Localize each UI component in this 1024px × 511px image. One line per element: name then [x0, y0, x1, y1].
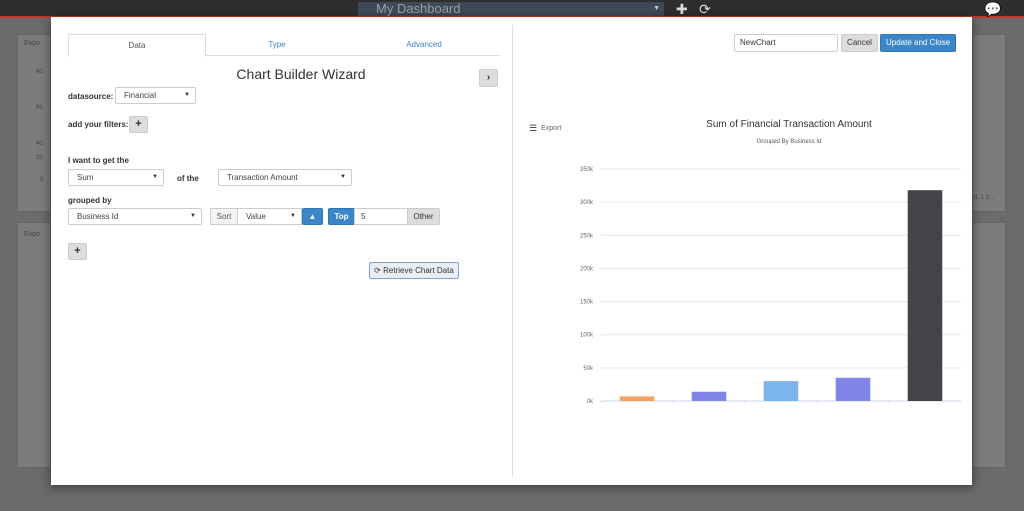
- y-tick-label: 150k: [580, 300, 594, 306]
- menu-icon: ☰: [529, 123, 538, 133]
- top-bar: My Dashboard ▼ ✚ ⟳ 💬: [0, 0, 1024, 18]
- background-panel-1: Expo 80 60 40 20 0: [17, 34, 51, 212]
- bar[interactable]: [691, 391, 727, 401]
- chevron-right-icon: ›: [486, 72, 491, 83]
- chart-title: Sum of Financial Transaction Amount: [706, 119, 872, 130]
- comment-icon[interactable]: 💬: [984, 1, 1001, 17]
- retrieve-chart-data-button[interactable]: ⟳ Retrieve Chart Data: [369, 262, 459, 279]
- next-button[interactable]: ›: [479, 69, 498, 87]
- panel-divider: [512, 25, 513, 477]
- y-tick-label: 350k: [580, 167, 594, 173]
- chevron-down-icon: ▼: [290, 213, 296, 219]
- export-label: Export: [541, 125, 562, 132]
- chart-builder-modal: Data Type Advanced Chart Builder Wizard …: [51, 17, 972, 485]
- wizard-title: Chart Builder Wizard: [236, 66, 366, 82]
- update-and-close-button[interactable]: Update and Close: [880, 34, 956, 52]
- bar[interactable]: [763, 381, 799, 401]
- sort-select[interactable]: Value ▼: [237, 208, 302, 225]
- plus-icon: +: [135, 118, 142, 130]
- chevron-down-icon: ▼: [190, 213, 196, 219]
- y-tick-label: 200k: [580, 266, 594, 272]
- filters-label: add your filters:: [68, 120, 129, 129]
- bar-chart: Sum of Financial Transaction Amount Grou…: [580, 119, 962, 413]
- sort-label: Sort: [210, 208, 238, 225]
- y-tick-label: 0k: [587, 399, 594, 403]
- chevron-down-icon: ▼: [653, 5, 660, 12]
- group-by-select[interactable]: Business Id ▼: [68, 208, 202, 225]
- chevron-down-icon: ▼: [152, 174, 158, 180]
- chart-container: ☰ Export Sum of Financial Transaction Amo…: [525, 113, 965, 413]
- refresh-icon: ⟳: [374, 266, 381, 275]
- chart-subtitle: Grouped By Business Id: [757, 139, 822, 145]
- export-menu[interactable]: ☰ Export: [529, 123, 561, 134]
- tab-data[interactable]: Data: [68, 34, 206, 57]
- refresh-icon[interactable]: ⟳: [699, 1, 711, 17]
- wizard-tabs: Data Type Advanced: [68, 34, 500, 57]
- want-label: I want to get the: [68, 156, 129, 165]
- field-select[interactable]: Transaction Amount ▼: [218, 169, 352, 186]
- datasource-label: datasource:: [68, 92, 114, 101]
- sort-direction-button[interactable]: ▲: [302, 208, 323, 225]
- background-panel-4: [972, 222, 1006, 468]
- plus-icon: +: [74, 245, 81, 257]
- aggregate-select[interactable]: Sum ▼: [68, 169, 164, 186]
- y-tick-label: 100k: [580, 333, 594, 339]
- top-count-input[interactable]: 5: [354, 208, 408, 225]
- arrow-up-icon: ▲: [308, 212, 317, 221]
- grouped-by-label: grouped by: [68, 196, 112, 205]
- bar[interactable]: [835, 377, 871, 401]
- y-tick-label: 50k: [583, 366, 594, 372]
- bar[interactable]: [907, 190, 943, 401]
- dashboard-select[interactable]: My Dashboard ▼: [358, 2, 664, 16]
- bar[interactable]: [619, 396, 655, 401]
- other-button[interactable]: Other: [407, 208, 440, 225]
- dashboard-name: My Dashboard: [376, 1, 461, 16]
- add-group-button[interactable]: +: [68, 243, 87, 260]
- top-button[interactable]: Top: [328, 208, 355, 225]
- cancel-button[interactable]: Cancel: [841, 34, 878, 52]
- plus-icon[interactable]: ✚: [676, 1, 688, 17]
- chevron-down-icon: ▼: [184, 92, 190, 98]
- chart-name-input[interactable]: NewChart: [734, 34, 838, 52]
- datasource-select[interactable]: Financial ▼: [115, 87, 196, 104]
- add-filter-button[interactable]: +: [129, 116, 148, 133]
- y-tick-label: 300k: [580, 200, 594, 206]
- of-the-label: of the: [177, 174, 199, 183]
- background-panel-2: Expo: [17, 222, 51, 468]
- background-panel-3: N. 1 S...: [972, 34, 1006, 212]
- chevron-down-icon: ▼: [340, 174, 346, 180]
- y-tick-label: 250k: [580, 233, 594, 239]
- background-export: Expo: [24, 40, 40, 47]
- tab-advanced[interactable]: Advanced: [348, 34, 500, 56]
- tab-type[interactable]: Type: [206, 34, 348, 56]
